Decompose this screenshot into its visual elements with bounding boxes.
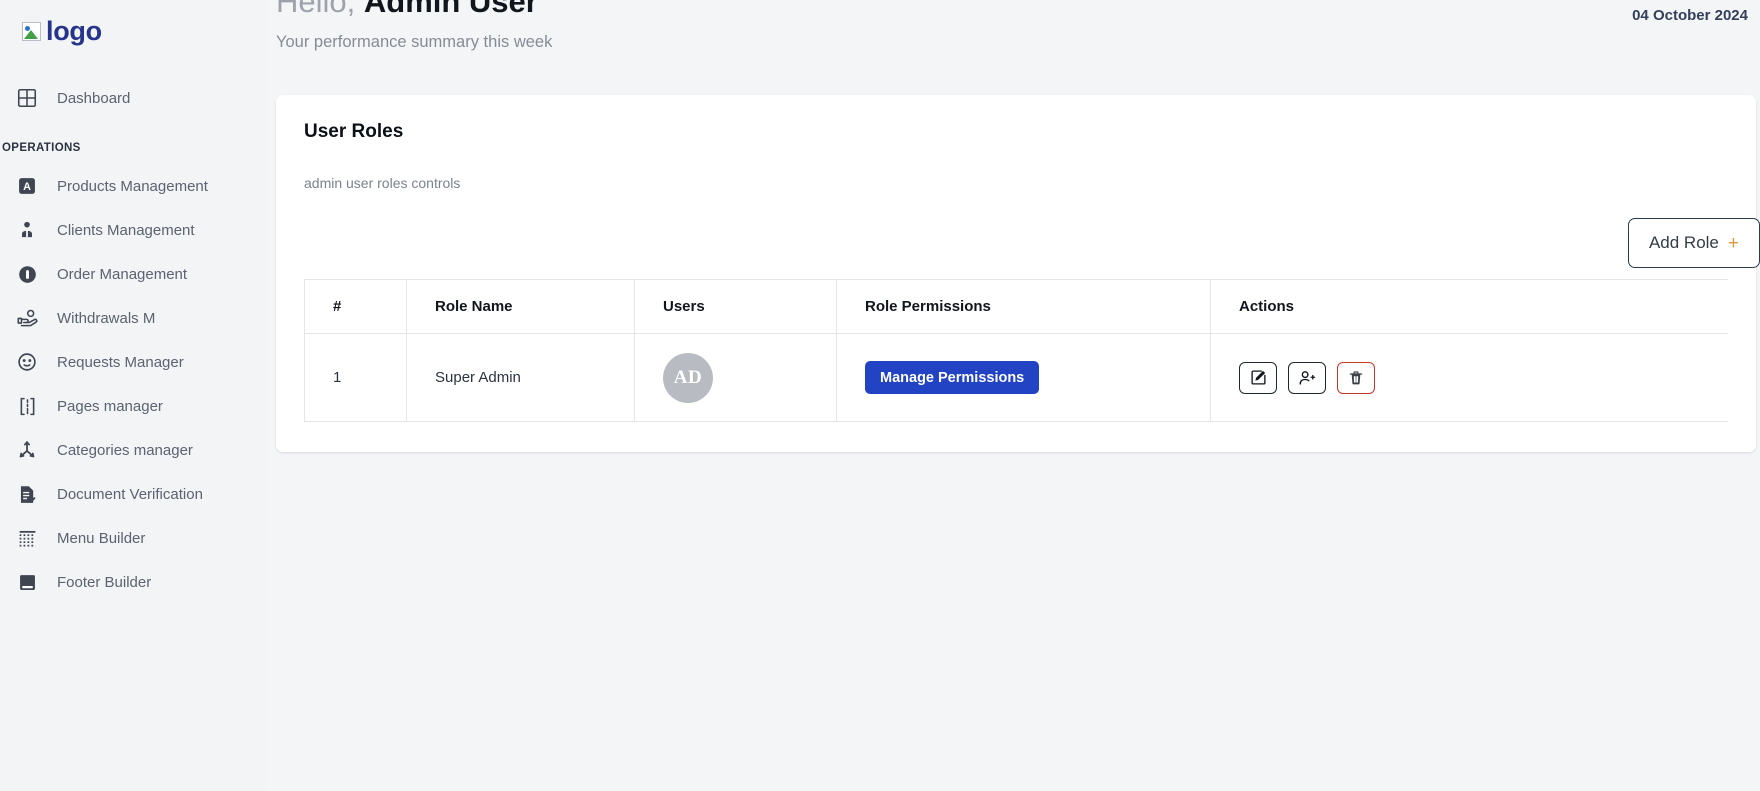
greeting-prefix: Hello,: [276, 0, 364, 19]
sidebar-item-menu-builder[interactable]: Menu Builder: [0, 516, 268, 560]
admin-dashboard-page: logo Dashboard OPERATIONS A Products Man…: [0, 0, 1760, 791]
svg-text:A: A: [23, 181, 31, 193]
sidebar-item-label: Document Verification: [57, 485, 203, 503]
table-head: # Role Name Users Role Permissions Actio…: [304, 279, 1728, 334]
table-body: 1 Super Admin AD Manage Permissions: [304, 333, 1728, 422]
roles-table-wrapper: # Role Name Users Role Permissions Actio…: [304, 279, 1728, 422]
sidebar-item-document-verification[interactable]: Document Verification: [0, 472, 268, 516]
sidebar-nav-operations: A Products Management Clients Management: [0, 164, 268, 604]
roles-table: # Role Name Users Role Permissions Actio…: [304, 279, 1728, 422]
edit-icon: [1250, 369, 1267, 386]
page-header: Hello, Admin User Your performance summa…: [268, 0, 1760, 78]
sidebar-nav-top: Dashboard: [0, 76, 268, 120]
card-description: admin user roles controls: [304, 175, 461, 191]
sidebar-item-label: Footer Builder: [57, 573, 152, 591]
table-row: 1 Super Admin AD Manage Permissions: [304, 333, 1728, 422]
sidebar-item-footer-builder[interactable]: Footer Builder: [0, 560, 268, 604]
logo-alt-text: logo: [46, 15, 102, 46]
column-header-number: #: [304, 279, 407, 334]
grid-dashboard-icon: [12, 87, 42, 109]
sidebar-item-label: Withdrawals M: [57, 309, 156, 327]
manage-permissions-button[interactable]: Manage Permissions: [865, 361, 1040, 394]
user-roles-card: User Roles admin user roles controls Add…: [276, 95, 1760, 452]
current-date: 04 October 2024: [1632, 7, 1748, 24]
cell-row-number: 1: [304, 333, 407, 422]
add-user-icon: [1298, 369, 1316, 387]
sidebar-item-label: Products Management: [57, 177, 208, 195]
edit-role-button[interactable]: [1239, 361, 1277, 394]
sidebar-item-label: Menu Builder: [57, 529, 146, 547]
sidebar-item-dashboard[interactable]: Dashboard: [0, 76, 268, 120]
cell-users: AD: [634, 333, 837, 422]
sidebar-item-label: Pages manager: [57, 397, 163, 415]
sidebar-logo[interactable]: logo: [0, 0, 268, 62]
column-header-role-permissions: Role Permissions: [836, 279, 1211, 334]
page-title: Hello, Admin User: [276, 0, 538, 20]
page-brackets-icon: [12, 396, 42, 417]
delete-icon: [1348, 370, 1364, 386]
sidebar: logo Dashboard OPERATIONS A Products Man…: [0, 0, 268, 791]
column-header-users: Users: [634, 279, 837, 334]
avatar[interactable]: AD: [663, 352, 713, 403]
sidebar-item-products-management[interactable]: A Products Management: [0, 164, 268, 208]
cell-role-name: Super Admin: [406, 333, 635, 422]
sidebar-item-label: Order Management: [57, 265, 188, 283]
sidebar-item-categories-manager[interactable]: Categories manager: [0, 428, 268, 472]
column-header-actions: Actions: [1210, 279, 1728, 334]
row-actions: [1239, 361, 1728, 394]
add-role-label: Add Role: [1648, 233, 1719, 252]
broken-image-icon: [22, 21, 41, 41]
sidebar-item-order-management[interactable]: Order Management: [0, 252, 268, 296]
greeting-user-name: Admin User: [363, 0, 538, 19]
user-tie-icon: [12, 220, 42, 240]
sidebar-item-clients-management[interactable]: Clients Management: [0, 208, 268, 252]
cell-actions: [1210, 333, 1728, 422]
sidebar-item-pages-manager[interactable]: Pages manager: [0, 384, 268, 428]
footer-block-icon: [12, 572, 42, 593]
face-support-icon: [12, 351, 42, 373]
sidebar-section-operations: OPERATIONS: [2, 142, 81, 154]
hand-coin-icon: [12, 307, 42, 329]
table-header-row: # Role Name Users Role Permissions Actio…: [304, 279, 1728, 334]
delete-role-button[interactable]: [1337, 361, 1375, 394]
sidebar-item-label: Clients Management: [57, 221, 195, 239]
column-header-role-name: Role Name: [406, 279, 635, 334]
add-role-button[interactable]: Add Role +: [1627, 218, 1760, 268]
page-subtitle: Your performance summary this week: [276, 33, 553, 51]
logo-broken-image: logo: [22, 16, 102, 47]
sidebar-item-withdrawals-m[interactable]: Withdrawals M: [0, 296, 268, 340]
main-content: Hello, Admin User Your performance summa…: [268, 0, 1760, 791]
plus-icon: +: [1727, 232, 1739, 254]
dotted-grid-icon: [12, 528, 42, 549]
add-user-to-role-button[interactable]: [1288, 361, 1326, 394]
hierarchy-branch-icon: [12, 439, 42, 461]
sidebar-item-label: Categories manager: [57, 441, 193, 459]
sidebar-item-requests-manager[interactable]: Requests Manager: [0, 340, 268, 384]
card-title: User Roles: [304, 121, 404, 142]
sidebar-item-label: Dashboard: [57, 89, 131, 107]
card-toolbar: Add Role +: [304, 209, 1760, 268]
circle-order-icon: [12, 264, 42, 285]
cell-role-permissions: Manage Permissions: [836, 333, 1211, 422]
document-check-icon: [12, 484, 42, 505]
sidebar-item-label: Requests Manager: [57, 353, 184, 371]
box-archive-icon: A: [12, 176, 42, 196]
